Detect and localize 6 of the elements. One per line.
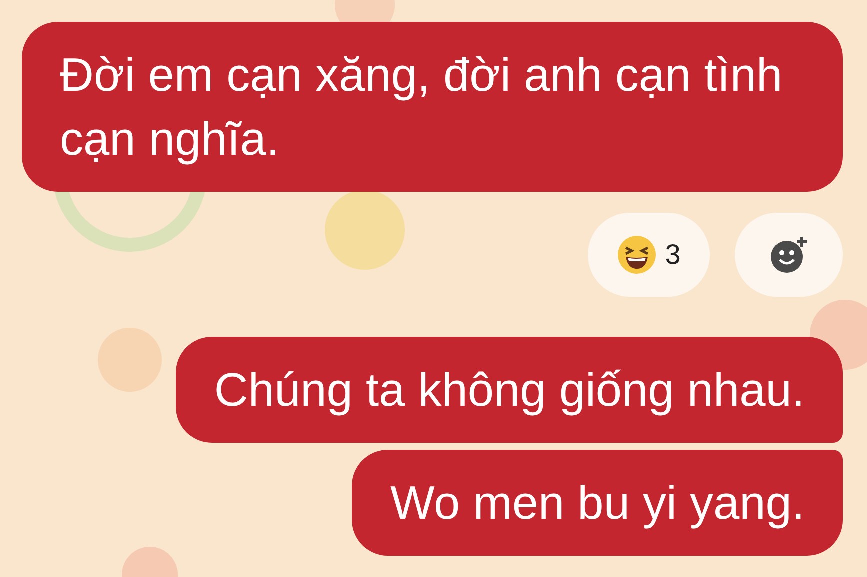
smiley-plus-icon bbox=[769, 235, 809, 275]
message-bubble: Đời em cạn xăng, đời anh cạn tình cạn nghĩa. bbox=[22, 22, 843, 192]
reaction-chip[interactable]: 3 bbox=[588, 213, 710, 297]
message-bubble: Wo men bu yi yang. bbox=[352, 450, 843, 556]
message-bubble: Chúng ta không giống nhau. bbox=[176, 337, 843, 443]
laughing-face-icon bbox=[617, 235, 658, 275]
